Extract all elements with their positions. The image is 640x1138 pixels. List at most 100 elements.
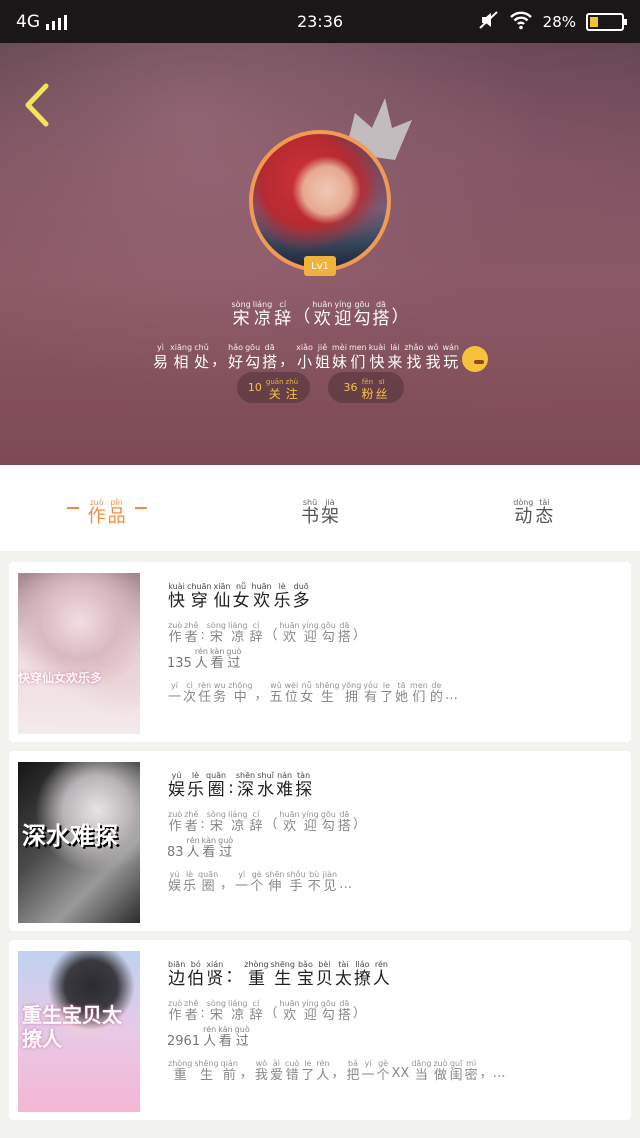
work-author-char: （ [264,1006,278,1021]
work-description-char: ， [220,877,234,892]
work-title-char: lè 乐 [187,771,204,800]
work-info: kuài 快 chuān 穿 xiān 仙 nǚ 女 huān 欢 lè 乐 duō 多 zuò 作 zhě 者:… [167,574,607,705]
work-author-char: gōu 勾 [320,810,336,834]
work-description-char: mì 密 [464,1059,478,1083]
username-char: cí 辞 [274,300,292,329]
work-title-char: tàn 探 [295,771,313,800]
work-title-char: shuǐ 水 [257,771,275,800]
work-title[interactable]: yú 娱 lè 乐 quān 圈: shēn 深 shuǐ 水 nán 难 tàn 探 [167,763,607,800]
following-count[interactable]: 10 guān 关 zhù 注 [237,372,310,403]
work-description-char: yōng 拥 [341,681,362,705]
tab-label-char: zuò 作 [87,497,106,527]
username-char: （ [293,307,311,327]
work-title-char: rén 人 [372,960,390,989]
tab-activity[interactable]: dòng 动 tài 态 [427,490,640,527]
work-title-char: huān 欢 [251,582,272,611]
back-button[interactable] [18,82,58,128]
work-description-char: ， [331,1066,345,1081]
views-label-char: kàn 看 [201,836,217,860]
work-description: zhòng 重 shēng 生 qián 前， wǒ 我 ài 爱 cuò 错 le 了 rén 人， bǎ 把 y… [167,1051,607,1083]
work-author-char: gōu 勾 [320,621,336,645]
username: sòng 宋 liáng 凉 cí 辞（huān 欢 yíng 迎 gōu 勾 dā 搭） [0,292,640,329]
followers-label-char: sī 丝 [375,378,388,401]
username-char: ） [391,307,409,327]
work-description-char: rén 人 [316,1059,330,1083]
tab-label-char: jià 架 [320,497,339,527]
bio-char: xiāng 相 [170,343,193,371]
work-description-char: le 了 [380,681,394,705]
views-label-char: rén 人 [203,1025,217,1049]
followers-label: fěn 粉 sī 丝 [360,374,388,401]
work-views: 83 rén 人 kàn 看 guò 过 [167,836,607,860]
work-title[interactable]: kuài 快 chuān 穿 xiān 仙 nǚ 女 huān 欢 lè 乐 duō 多 [167,574,607,611]
username-char: gōu 勾 [353,300,371,329]
bio-char: wǒ 我 [425,343,441,371]
clock: 23:36 [296,12,344,31]
views-label-char: guò 过 [226,647,242,671]
tab-label-char: tài 态 [535,497,554,527]
work-description-char: ， [239,1066,253,1081]
work-title-char: zhòng 重 [244,960,269,989]
work-author-char: zhě 者 [184,621,199,645]
work-title-char: lè 乐 [273,582,291,611]
work-description-char: cì 次 [183,681,197,705]
work-description-char: rèn 任 [198,681,212,705]
work-info: yú 娱 lè 乐 quān 圈: shēn 深 shuǐ 水 nán 难 tàn 探 zuò 作 zhě 者: s… [167,763,607,894]
work-cover-image[interactable]: 快穿仙女欢乐多 [18,573,140,734]
work-description-char: wu 务 [213,681,227,705]
work-author-char: （ [264,628,278,643]
work-author-char: sòng 宋 [206,999,226,1023]
work-title-char: shēng 生 [270,960,295,989]
bio-char: ， [211,351,227,369]
work-card[interactable]: 快穿仙女欢乐多 kuài 快 chuān 穿 xiān 仙 nǚ 女 huān 欢 lè 乐 duō 多 zu… [9,562,631,742]
work-title[interactable]: biān 边 bó 伯 xián 贤： zhòng 重 shēng 生 bǎo 宝 bèi 贝 tài 太 li… [167,952,607,989]
work-author-char: gōu 勾 [320,999,336,1023]
work-description-char: gè 个 [250,870,264,894]
work-author: zuò 作 zhě 者: sòng 宋 liáng 凉 cí 辞（huān 欢 yíng 迎 gōu 勾 dā… [167,613,607,645]
followers-count[interactable]: 36 fěn 粉 sī 丝 [328,372,404,403]
work-author-char: liáng 凉 [227,999,248,1023]
work-description-char: wǒ 我 [254,1059,268,1083]
work-author-char: sòng 宋 [206,810,226,834]
bio-char: zhǎo 找 [404,343,424,371]
work-cover-image[interactable]: 重生宝贝太撩人 [18,951,140,1112]
avatar[interactable] [249,130,391,272]
username-char: liáng 凉 [252,300,273,329]
tab-label: zuò 作 pǐn 品 [87,490,127,527]
work-title-char: duō 多 [292,582,310,611]
tab-bar: zuò 作 pǐn 品 shū 书 jià 架 dòng 动 tài 态 [0,465,640,551]
work-description-char: shēng 生 [315,681,340,705]
work-description-char: bǎ 把 [346,1059,360,1083]
views-label-char: kàn 看 [209,647,225,671]
work-card[interactable]: 深水难探 yú 娱 lè 乐 quān 圈: shēn 深 shuǐ 水 nán 难 tàn 探 zuò 作 zh… [9,751,631,931]
battery-icon [586,12,627,31]
bio-char: hǎo 好 [228,343,244,371]
work-author-char: : [200,1006,205,1021]
work-description-char: zhòng 重 [168,1059,193,1083]
tab-works[interactable]: zuò 作 pǐn 品 [0,490,213,527]
username-char: dā 搭 [372,300,390,329]
work-cover-image[interactable]: 深水难探 [18,762,140,923]
work-description-char: ， [254,688,268,703]
following-label-char: zhù 注 [285,378,299,401]
tab-bookshelf[interactable]: shū 书 jià 架 [213,490,426,527]
work-description-char: le 了 [301,1059,315,1083]
username-char: sòng 宋 [231,300,251,329]
work-description-char: dāng 当 [411,1059,432,1083]
work-card[interactable]: 重生宝贝太撩人 biān 边 bó 伯 xián 贤： zhòng 重 shēng 生 bǎo 宝 bèi… [9,940,631,1120]
cover-title-text: 快穿仙女欢乐多 [18,671,103,685]
views-label-char: rén 人 [194,647,208,671]
work-title-char: xián 贤 [206,960,224,989]
work-description-char: shēng 生 [194,1059,219,1083]
bio-char: wán 玩 [442,343,459,371]
work-description-char: bù 不 [307,870,321,894]
battery-percent: 28% [542,12,576,31]
work-description: yí 一 cì 次 rèn 任 wu 务 zhōng 中， wǔ 五 wèi 位 nǚ 女 shēng 生 yōng… [167,673,607,705]
work-description-char: wèi 位 [284,681,299,705]
views-label-char: guò 过 [218,836,234,860]
work-author-char: ） [352,817,366,832]
bio-char: xiǎo 小 [296,343,313,371]
work-description-char: quān 圈 [198,870,219,894]
work-description-char: men 们 [410,681,428,705]
active-tab-indicator [134,507,147,509]
